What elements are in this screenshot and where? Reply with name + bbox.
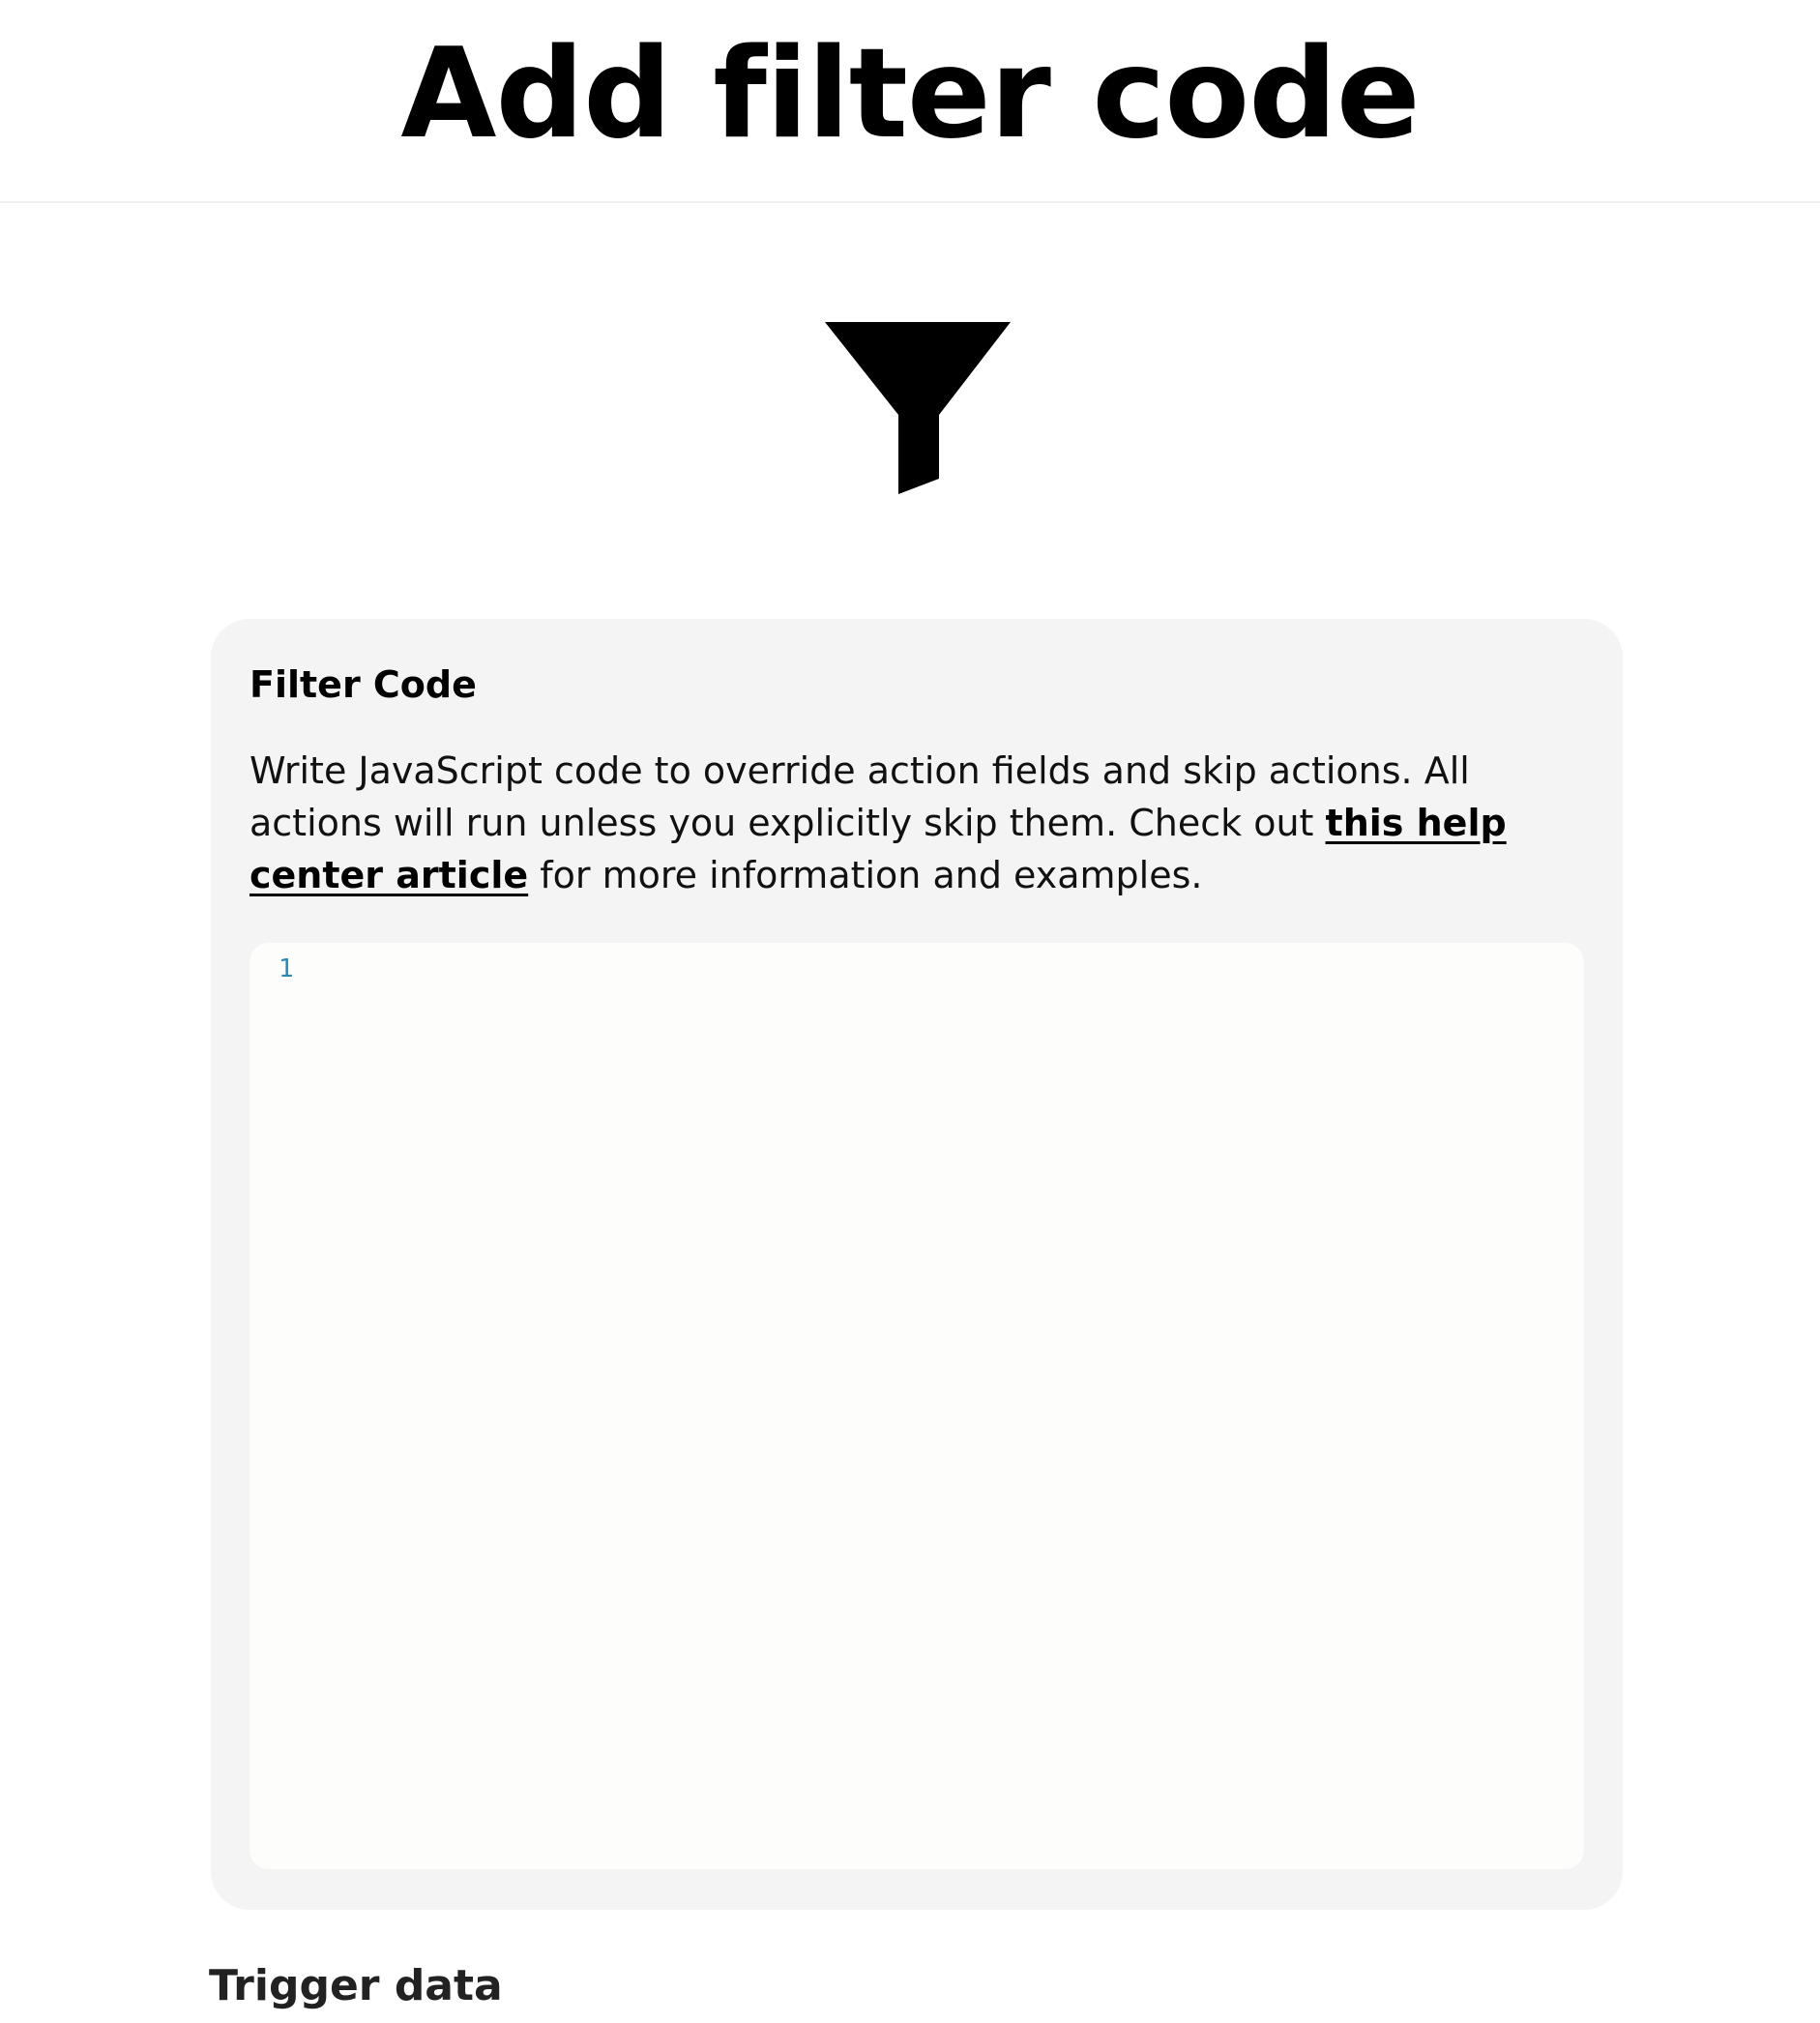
header: Add filter code xyxy=(0,0,1820,203)
filter-code-title: Filter Code xyxy=(250,663,477,706)
trigger-data-heading: Trigger data xyxy=(209,1961,503,2010)
line-number: 1 xyxy=(279,954,294,983)
description-text: Write JavaScript code to override action… xyxy=(250,749,1470,844)
filter-code-description: Write JavaScript code to override action… xyxy=(250,745,1589,901)
code-input-area[interactable] xyxy=(327,943,1584,1869)
page: Add filter code Filter Code Write JavaSc… xyxy=(0,0,1820,2023)
filter-code-card: Filter Code Write JavaScript code to ove… xyxy=(211,619,1623,1910)
page-title: Add filter code xyxy=(400,22,1420,166)
description-text-end: for more information and examples. xyxy=(528,854,1203,896)
code-editor[interactable]: 1 xyxy=(250,943,1584,1869)
editor-gutter: 1 xyxy=(250,943,327,1869)
funnel-icon xyxy=(825,322,1011,494)
